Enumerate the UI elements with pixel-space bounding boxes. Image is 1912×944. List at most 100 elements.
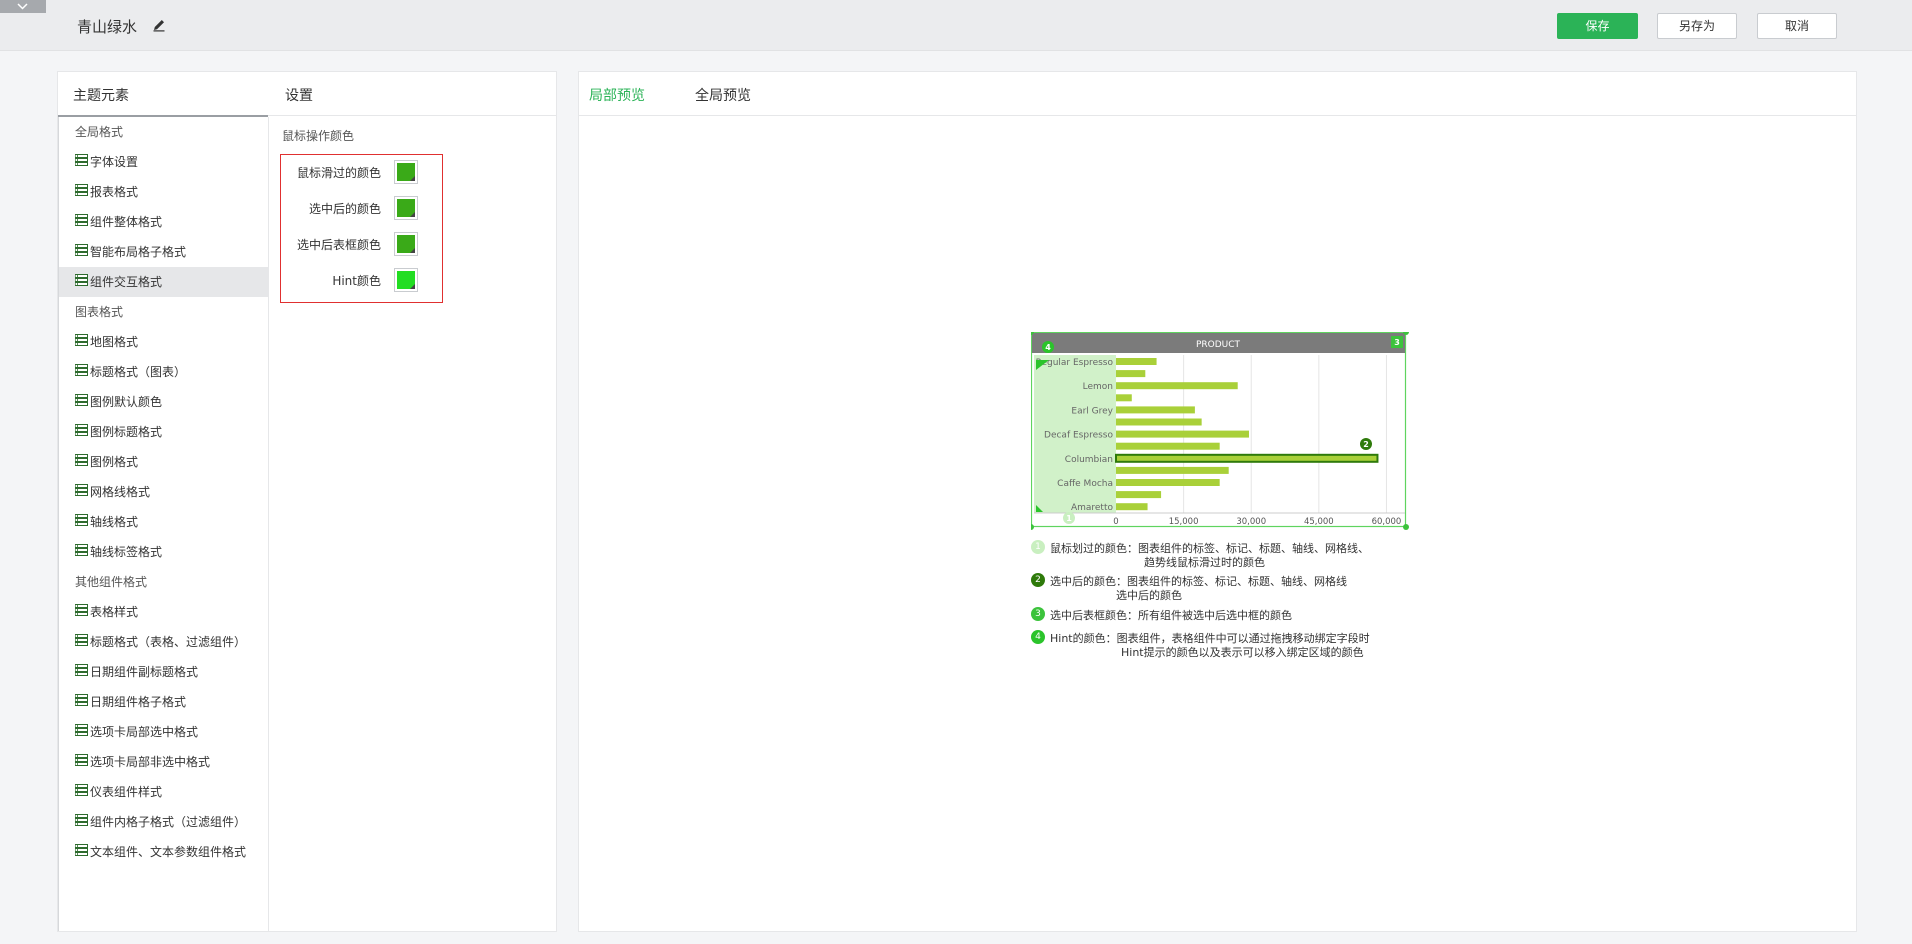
x-tick-label: 15,000 [1169, 517, 1199, 527]
theme-item-label: 表格样式 [90, 605, 139, 619]
chart-bar [1116, 503, 1148, 511]
dropdown-corner-icon [410, 248, 415, 253]
pencil-icon[interactable] [152, 18, 166, 32]
category-label: Earl Grey [1071, 406, 1113, 416]
legend-text: 选中后表框颜色：所有组件被选中后选中框的颜色 [1050, 609, 1292, 622]
theme-list-item[interactable]: 网格线格式 [59, 477, 268, 507]
chart-bar [1116, 370, 1146, 378]
list-icon [75, 597, 88, 627]
theme-list-item[interactable]: 表格样式 [59, 597, 268, 627]
legend-number-badge: 1 [1031, 540, 1045, 554]
mouse-color-section-title: 鼠标操作颜色 [282, 129, 355, 143]
theme-list-item[interactable]: 文本组件、文本参数组件格式 [59, 837, 268, 867]
chart-preview: PRODUCT Regular Espresso Lemon Earl Grey Dec… [1031, 332, 1409, 530]
theme-item-label: 文本组件、文本参数组件格式 [90, 845, 247, 859]
legend-text-continued: 选中后的颜色 [1116, 589, 1182, 602]
list-icon [75, 417, 88, 447]
theme-list-item[interactable]: 字体设置 [59, 147, 268, 177]
theme-element-list: 全局格式字体设置报表格式 组件整体格式 智能布局格子格式 组件交互格式 图表格式地图格式… [59, 117, 268, 867]
theme-item-label: 选项卡局部选中格式 [90, 725, 199, 739]
chart-bar [1116, 491, 1162, 499]
color-setting-label: 选中后表框颜色 [296, 238, 381, 252]
color-swatch-button[interactable] [394, 268, 418, 292]
theme-list-item[interactable]: 图例标题格式 [59, 417, 268, 447]
category-label: Decaf Espresso [1044, 431, 1113, 441]
collapse-toggle[interactable] [0, 0, 46, 13]
color-swatch-fill [397, 199, 415, 217]
color-setting-label: 鼠标滑过的颜色 [296, 166, 381, 180]
list-icon [75, 807, 88, 837]
list-icon [75, 357, 88, 387]
theme-item-label: 选项卡局部非选中格式 [90, 755, 211, 769]
marker-2-label: 2 [1363, 440, 1369, 449]
theme-list-item[interactable]: 图例格式 [59, 447, 268, 477]
list-icon [75, 207, 88, 237]
list-icon [75, 837, 88, 867]
save-as-button[interactable]: 另存为 [1657, 13, 1737, 39]
category-label: Lemon [1083, 382, 1113, 392]
theme-category[interactable]: 其他组件格式 [59, 567, 268, 597]
color-swatch-button[interactable] [394, 232, 418, 256]
theme-list-item[interactable]: 标题格式（表格、过滤组件） [59, 627, 268, 657]
header-divider [268, 115, 556, 116]
theme-list-item[interactable]: 组件整体格式 [59, 207, 268, 237]
list-icon [75, 777, 88, 807]
theme-list-item[interactable]: 智能布局格子格式 [59, 237, 268, 267]
chart-bar [1116, 382, 1238, 390]
theme-category[interactable]: 图表格式 [59, 297, 268, 327]
tab-local-preview[interactable]: 局部预览 [589, 85, 645, 105]
color-setting-label: Hint颜色 [332, 274, 381, 288]
x-tick-label: 30,000 [1236, 517, 1266, 527]
theme-list-item[interactable]: 日期组件格子格式 [59, 687, 268, 717]
theme-item-label: 仪表组件样式 [90, 785, 163, 799]
color-swatch-button[interactable] [394, 196, 418, 220]
theme-item-label: 标题格式（表格、过滤组件） [90, 635, 247, 649]
list-icon [75, 327, 88, 357]
x-tick-label: 60,000 [1372, 517, 1402, 527]
marker-3-label: 3 [1394, 338, 1400, 347]
dropdown-corner-icon [410, 284, 415, 289]
legend-number-badge: 4 [1031, 630, 1045, 644]
category-label: Regular Espresso [1036, 358, 1114, 368]
top-bar: 青山绿水 保存 另存为 取消 [0, 0, 1912, 51]
theme-list-item[interactable]: 报表格式 [59, 177, 268, 207]
theme-list-item[interactable]: 轴线格式 [59, 507, 268, 537]
color-swatch-fill [397, 235, 415, 253]
cancel-button[interactable]: 取消 [1757, 13, 1837, 39]
dropdown-corner-icon [410, 212, 415, 217]
theme-list-item[interactable]: 轴线标签格式 [59, 537, 268, 567]
list-icon [75, 447, 88, 477]
chart-bar [1116, 406, 1195, 414]
x-tick-label: 0 [1113, 517, 1118, 527]
theme-list-item[interactable]: 地图格式 [59, 327, 268, 357]
x-tick-label: 45,000 [1304, 517, 1334, 527]
color-setting-row: 鼠标滑过的颜色 [281, 158, 442, 186]
save-button[interactable]: 保存 [1557, 13, 1638, 39]
theme-item-label: 全局格式 [75, 125, 124, 139]
theme-item-label: 轴线格式 [90, 515, 139, 529]
theme-item-label: 地图格式 [90, 335, 139, 349]
color-swatch-button[interactable] [394, 160, 418, 184]
legend-text: 选中后的颜色：图表组件的标签、标记、标题、轴线、网格线 [1050, 575, 1347, 588]
legend-text-continued: 趋势线鼠标滑过时的颜色 [1144, 556, 1265, 569]
theme-list-item[interactable]: 组件内格子格式（过滤组件） [59, 807, 268, 837]
theme-list-item[interactable]: 选项卡局部选中格式 [59, 717, 268, 747]
selection-handle [1403, 524, 1409, 530]
theme-list-item[interactable]: 日期组件副标题格式 [59, 657, 268, 687]
theme-item-label: 字体设置 [90, 155, 139, 169]
theme-list-item[interactable]: 图例默认颜色 [59, 387, 268, 417]
preview-header-divider [579, 115, 1856, 116]
theme-list-item[interactable]: 选项卡局部非选中格式 [59, 747, 268, 777]
theme-item-label: 标题格式（图表） [90, 365, 187, 379]
chart-bar [1116, 394, 1132, 402]
list-icon [75, 477, 88, 507]
theme-list-item[interactable]: 组件交互格式 [59, 267, 268, 297]
theme-list-item[interactable]: 仪表组件样式 [59, 777, 268, 807]
category-label: Amaretto [1071, 503, 1114, 513]
color-swatch-fill [397, 271, 415, 289]
marker-4-label: 4 [1045, 343, 1051, 352]
theme-item-label: 日期组件格子格式 [90, 695, 187, 709]
tab-global-preview[interactable]: 全局预览 [695, 85, 751, 105]
theme-category[interactable]: 全局格式 [59, 117, 268, 147]
theme-list-item[interactable]: 标题格式（图表） [59, 357, 268, 387]
